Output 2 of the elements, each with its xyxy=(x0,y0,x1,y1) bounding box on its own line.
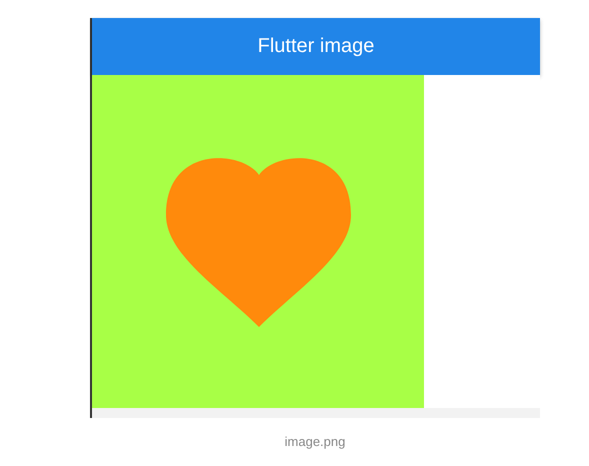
app-bar-title: Flutter image xyxy=(258,35,374,58)
image-caption: image.png xyxy=(284,434,346,449)
